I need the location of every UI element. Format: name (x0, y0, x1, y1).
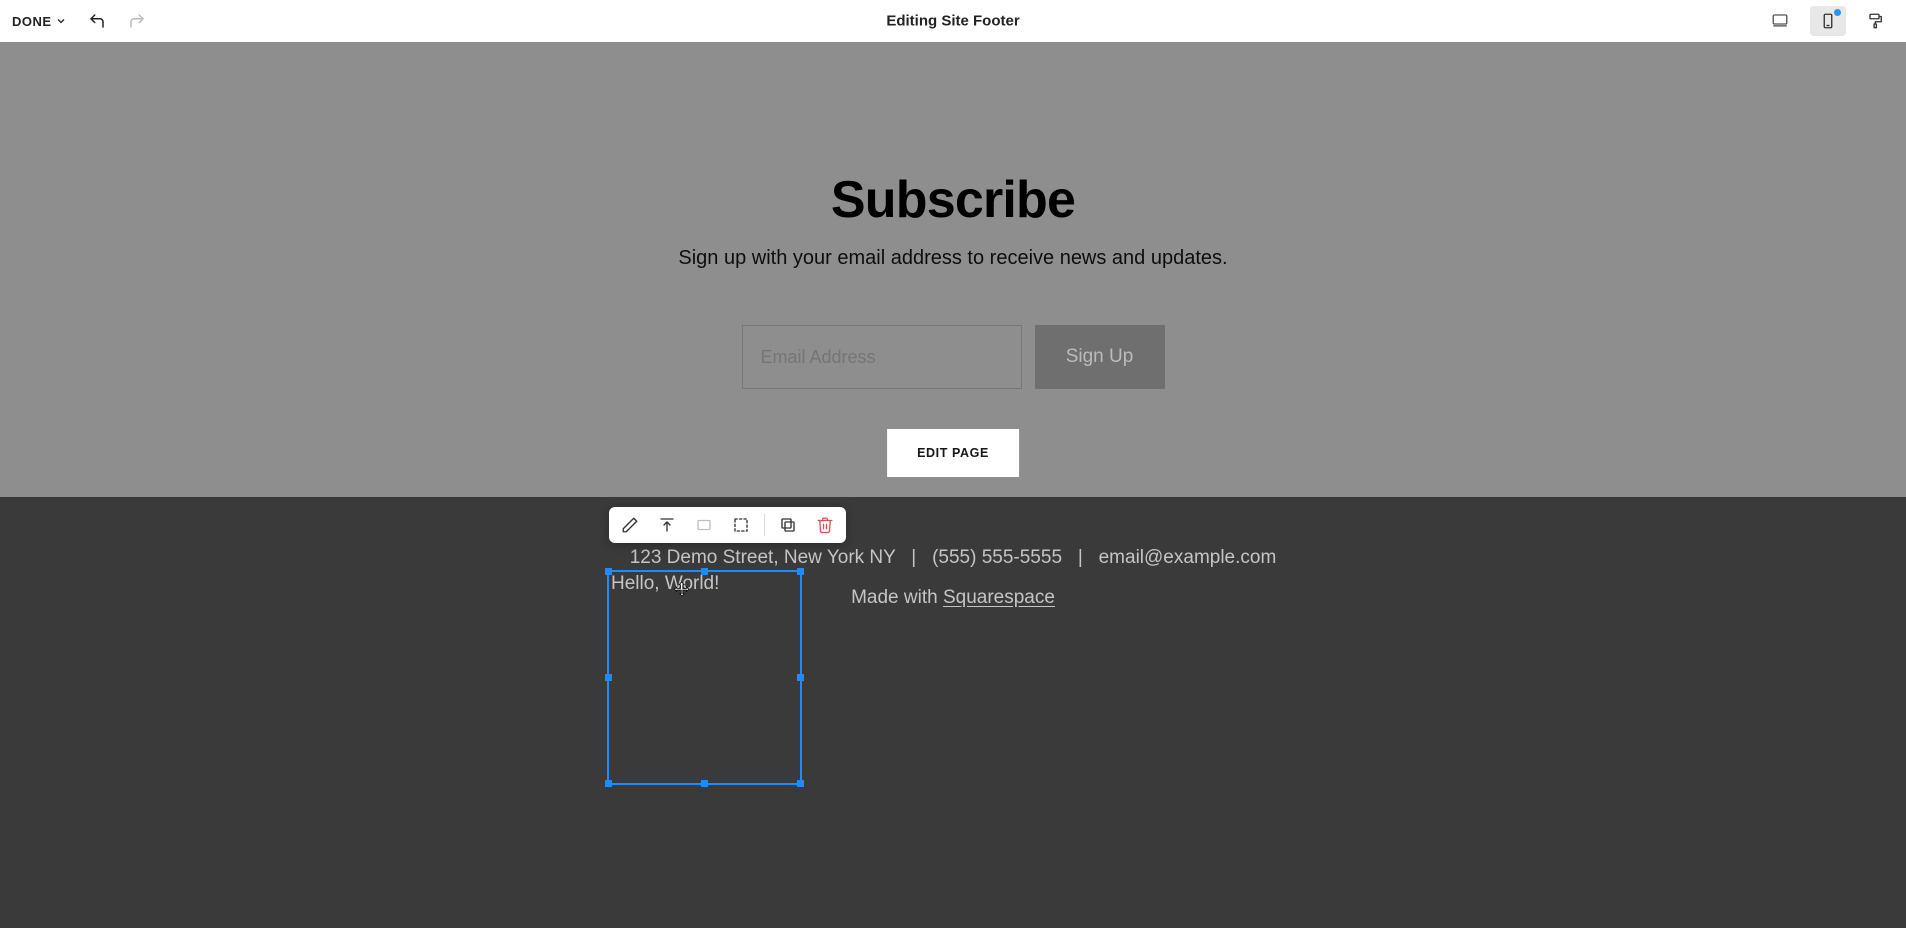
sign-up-button[interactable]: Sign Up (1035, 325, 1165, 389)
delete-button[interactable] (811, 511, 839, 539)
resize-handle-top-right[interactable] (797, 568, 804, 575)
marquee-icon (732, 516, 750, 534)
resize-handle-top-left[interactable] (605, 568, 612, 575)
top-bar: DONE Editing Site Footer (0, 0, 1906, 42)
align-top-icon (658, 516, 676, 534)
subscribe-subheading: Sign up with your email address to recei… (678, 247, 1227, 270)
canvas-area: Subscribe Sign up with your email addres… (0, 42, 1906, 928)
footer-made-with: Made with Squarespace (0, 587, 1906, 609)
resize-handle-middle-right[interactable] (797, 674, 804, 681)
paint-roller-button[interactable] (1858, 6, 1894, 36)
undo-button[interactable] (87, 11, 107, 31)
notification-dot-icon (1834, 9, 1841, 16)
select-area-button[interactable] (727, 511, 755, 539)
footer-contact-line: 123 Demo Street, New York NY | (555) 555… (0, 547, 1906, 569)
done-button[interactable]: DONE (12, 14, 67, 29)
mobile-view-button[interactable] (1810, 6, 1846, 36)
done-label: DONE (12, 14, 52, 29)
desktop-icon (1771, 12, 1789, 30)
selected-code-block[interactable]: Hello, World! (607, 570, 802, 785)
top-bar-left: DONE (12, 11, 147, 31)
resize-handle-bottom-left[interactable] (605, 780, 612, 787)
resize-handle-middle-left[interactable] (605, 674, 612, 681)
code-block-text: Hello, World! (611, 573, 719, 594)
resize-handle-top-middle[interactable] (701, 568, 708, 575)
footer-section[interactable]: 123 Demo Street, New York NY | (555) 555… (0, 497, 1906, 928)
redo-icon (128, 12, 146, 30)
desktop-view-button[interactable] (1762, 6, 1798, 36)
fit-button[interactable] (690, 511, 718, 539)
duplicate-button[interactable] (774, 511, 802, 539)
pencil-icon (621, 516, 639, 534)
resize-handle-bottom-right[interactable] (797, 780, 804, 787)
subscribe-form: Sign Up (742, 325, 1165, 389)
email-address-input[interactable] (742, 325, 1022, 389)
footer-made-with-prefix: Made with (851, 587, 943, 608)
subscribe-section[interactable]: Subscribe Sign up with your email addres… (0, 42, 1906, 497)
edit-page-button[interactable]: EDIT PAGE (887, 429, 1019, 477)
undo-icon (88, 12, 106, 30)
trash-icon (816, 516, 834, 534)
top-bar-right (1762, 6, 1894, 36)
fit-icon (695, 516, 713, 534)
toolbar-separator (764, 514, 765, 536)
squarespace-link[interactable]: Squarespace (943, 587, 1055, 608)
paint-roller-icon (1867, 12, 1885, 30)
redo-button[interactable] (127, 11, 147, 31)
chevron-down-icon (55, 15, 67, 27)
edit-block-button[interactable] (616, 511, 644, 539)
duplicate-icon (779, 516, 797, 534)
subscribe-heading: Subscribe (831, 170, 1075, 230)
resize-handle-bottom-middle[interactable] (701, 780, 708, 787)
align-top-button[interactable] (653, 511, 681, 539)
block-toolbar (609, 507, 846, 543)
page-title: Editing Site Footer (886, 13, 1019, 30)
